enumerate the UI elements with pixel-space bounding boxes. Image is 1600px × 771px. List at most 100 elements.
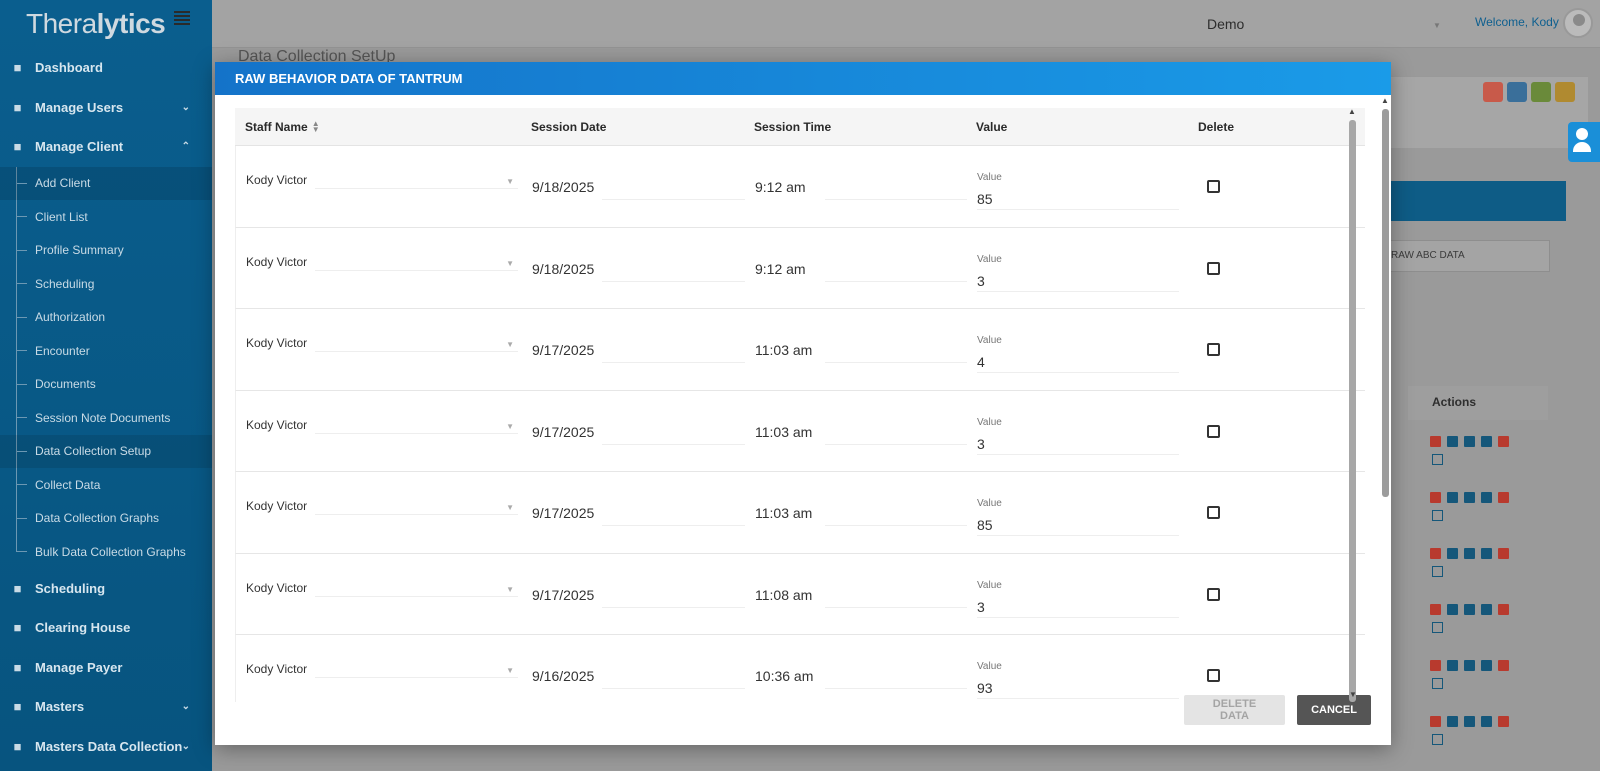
staff-select[interactable]: Kody Victor ▼ (236, 228, 532, 309)
chevron-up-icon[interactable]: ⌃ (182, 141, 190, 152)
modal-scrollbar[interactable] (1382, 109, 1389, 497)
edit-icon[interactable] (1481, 716, 1492, 727)
sidebar-item-manage-users[interactable]: ■ Manage Users ⌄ (0, 88, 212, 128)
add-icon[interactable] (1430, 660, 1441, 671)
welcome-text[interactable]: Welcome, Kody (1475, 15, 1559, 29)
copy-icon[interactable] (1432, 622, 1443, 633)
chart-icon[interactable] (1447, 660, 1458, 671)
delete-checkbox[interactable] (1207, 180, 1220, 193)
scroll-down-icon[interactable]: ▼ (1349, 690, 1357, 699)
list-icon[interactable] (1464, 660, 1475, 671)
session-date-field[interactable]: 9/16/2025 (532, 635, 755, 702)
session-time-field[interactable]: 11:03 am (755, 309, 977, 390)
sidebar-item-manage-payer[interactable]: ■ Manage Payer (0, 648, 212, 688)
staff-select[interactable]: Kody Victor ▼ (236, 554, 532, 635)
staff-select[interactable]: Kody Victor ▼ (236, 309, 532, 390)
value-input[interactable]: 85 (977, 191, 993, 207)
chevron-down-icon[interactable]: ▼ (506, 503, 514, 512)
chevron-down-icon[interactable]: ⌄ (182, 741, 190, 752)
add-icon[interactable] (1430, 716, 1441, 727)
value-input[interactable]: 85 (977, 517, 993, 533)
chart-icon[interactable] (1447, 604, 1458, 615)
chevron-down-icon[interactable]: ▼ (1433, 21, 1441, 30)
raw-abc-data-button[interactable]: RAW ABC DATA (1380, 240, 1550, 272)
delete-icon[interactable] (1498, 548, 1509, 559)
sidebar-subitem-encounter[interactable]: Encounter (17, 334, 212, 368)
sidebar-subitem-data-collection-graphs[interactable]: Data Collection Graphs (17, 502, 212, 536)
value-field[interactable]: Value 3 (977, 391, 1199, 472)
chevron-down-icon[interactable]: ⌄ (182, 102, 190, 113)
session-date-field[interactable]: 9/17/2025 (532, 472, 755, 553)
sidebar-subitem-collect-data[interactable]: Collect Data (17, 468, 212, 502)
value-input[interactable]: 3 (977, 436, 985, 452)
sidebar-subitem-session-note-documents[interactable]: Session Note Documents (17, 401, 212, 435)
edit-icon[interactable] (1481, 548, 1492, 559)
user-search-widget-icon[interactable] (1568, 122, 1600, 162)
chart-icon[interactable] (1447, 716, 1458, 727)
list-icon[interactable] (1464, 548, 1475, 559)
delete-data-button[interactable]: DELETE DATA (1184, 695, 1285, 725)
cancel-button[interactable]: CANCEL (1297, 695, 1371, 725)
sidebar-item-masters-data-collection[interactable]: ■ Masters Data Collection ⌄ (0, 727, 212, 767)
sidebar-subitem-client-list[interactable]: Client List (17, 200, 212, 234)
copy-icon[interactable] (1432, 678, 1443, 689)
chart-icon[interactable] (1447, 492, 1458, 503)
session-time-field[interactable]: 9:12 am (755, 228, 977, 309)
sidebar-item-clearing-house[interactable]: ■ Clearing House (0, 608, 212, 648)
chevron-down-icon[interactable]: ▼ (506, 259, 514, 268)
avatar[interactable] (1563, 8, 1593, 38)
staff-select[interactable]: Kody Victor ▼ (236, 635, 532, 702)
session-time-field[interactable]: 11:03 am (755, 472, 977, 553)
sidebar-subitem-add-client[interactable]: Add Client (0, 166, 212, 200)
add-icon[interactable] (1430, 604, 1441, 615)
value-input[interactable]: 3 (977, 273, 985, 289)
session-time-field[interactable]: 11:03 am (755, 391, 977, 472)
modal-scroll-up-icon[interactable]: ▲ (1381, 96, 1389, 105)
column-header-staff[interactable]: Staff Name ▲ ▼ (235, 120, 531, 134)
list-icon[interactable] (1464, 604, 1475, 615)
session-time-field[interactable]: 10:36 am (755, 635, 977, 702)
staff-select[interactable]: Kody Victor ▼ (236, 472, 532, 553)
copy-icon[interactable] (1432, 454, 1443, 465)
value-field[interactable]: Value 3 (977, 554, 1199, 635)
chevron-down-icon[interactable]: ▼ (506, 177, 514, 186)
edit-icon[interactable] (1481, 604, 1492, 615)
chevron-down-icon[interactable]: ⌄ (182, 701, 190, 712)
chevron-down-icon[interactable]: ▼ (506, 666, 514, 675)
sidebar-subitem-authorization[interactable]: Authorization (17, 301, 212, 335)
sidebar-item-masters[interactable]: ■ Masters ⌄ (0, 687, 212, 727)
staff-select[interactable]: Kody Victor ▼ (236, 391, 532, 472)
list-icon[interactable] (1464, 716, 1475, 727)
sidebar-item-manage-client[interactable]: ■ Manage Client ⌃ (0, 127, 212, 167)
phone-icon[interactable] (1507, 82, 1527, 102)
delete-icon[interactable] (1498, 716, 1509, 727)
value-field[interactable]: Value 3 (977, 228, 1199, 309)
value-field[interactable]: Value 93 (977, 635, 1199, 702)
tag-icon[interactable] (1483, 82, 1503, 102)
delete-icon[interactable] (1498, 604, 1509, 615)
add-icon[interactable] (1430, 548, 1441, 559)
chart-icon[interactable] (1447, 436, 1458, 447)
list-icon[interactable] (1464, 436, 1475, 447)
add-icon[interactable] (1430, 436, 1441, 447)
sort-icon[interactable]: ▲ ▼ (312, 120, 320, 134)
sidebar-subitem-documents[interactable]: Documents (17, 368, 212, 402)
edit-icon[interactable] (1481, 436, 1492, 447)
delete-checkbox[interactable] (1207, 587, 1220, 601)
add-icon[interactable] (1430, 492, 1441, 503)
session-time-field[interactable]: 11:08 am (755, 554, 977, 635)
session-time-field[interactable]: 9:12 am (755, 146, 977, 227)
edit-icon[interactable] (1481, 660, 1492, 671)
delete-checkbox[interactable] (1207, 669, 1220, 682)
edit-icon[interactable] (1481, 492, 1492, 503)
staff-select[interactable]: Kody Victor ▼ (236, 146, 532, 227)
delete-checkbox[interactable] (1207, 506, 1220, 519)
delete-checkbox[interactable] (1207, 424, 1220, 438)
list-icon[interactable] (1464, 492, 1475, 503)
sidebar-subitem-data-collection-setup[interactable]: Data Collection Setup (0, 434, 212, 468)
sidebar-subitem-bulk-data-collection-graphs[interactable]: Bulk Data Collection Graphs (17, 535, 212, 569)
delete-icon[interactable] (1498, 660, 1509, 671)
delete-icon[interactable] (1498, 436, 1509, 447)
sidebar-subitem-profile-summary[interactable]: Profile Summary (17, 234, 212, 268)
value-field[interactable]: Value 85 (977, 472, 1199, 553)
